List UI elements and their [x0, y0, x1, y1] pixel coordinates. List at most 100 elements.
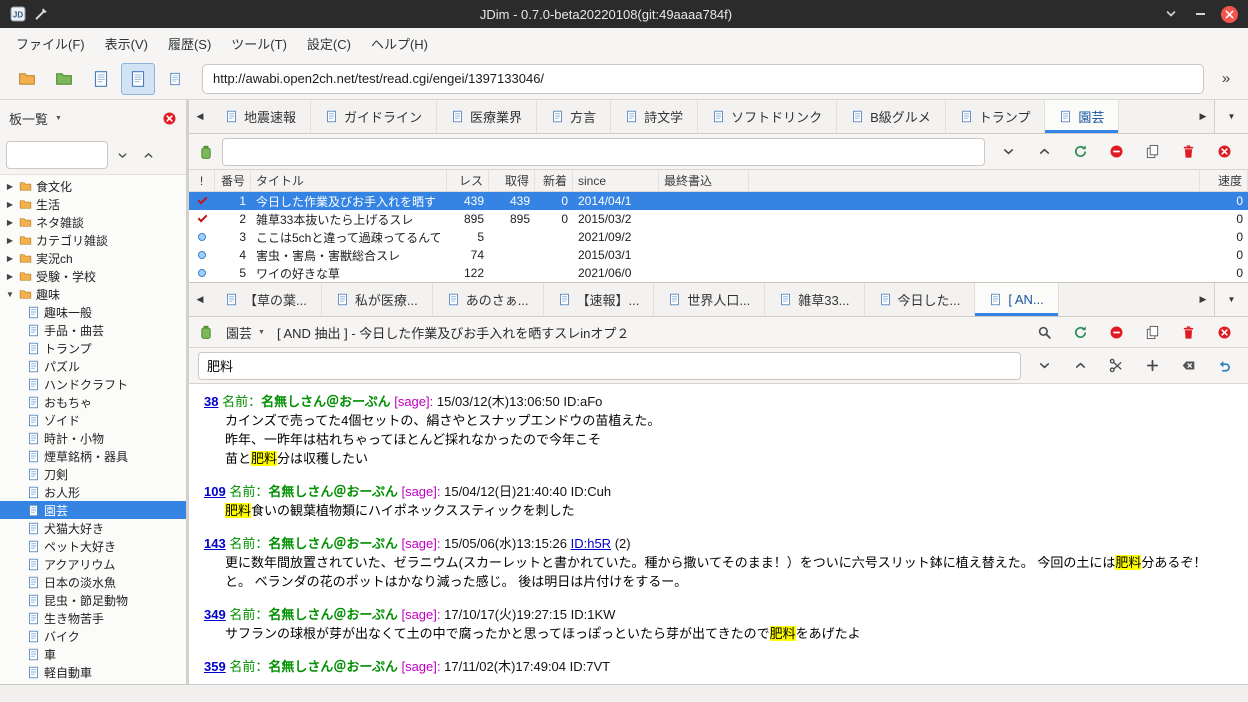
post-number-link[interactable]: 143 [204, 536, 226, 551]
tree-board[interactable]: ゾイド [0, 411, 186, 429]
copy-url-button[interactable] [1137, 319, 1167, 346]
tree-board[interactable]: 日本の淡水魚 [0, 573, 186, 591]
tree-board[interactable]: 趣味一般 [0, 303, 186, 321]
column-header[interactable]: 速度 [1200, 170, 1248, 191]
thread-row[interactable]: 5ワイの好きな草1222021/06/00 [189, 264, 1248, 282]
column-header[interactable]: レス [447, 170, 489, 191]
menu-item[interactable]: 履歴(S) [158, 29, 221, 58]
board-tabs-scroll-left-button[interactable]: ◀ [189, 100, 211, 133]
column-header[interactable]: since [573, 170, 659, 191]
tree-board[interactable]: トランプ [0, 339, 186, 357]
column-header[interactable]: 取得 [489, 170, 535, 191]
board-tabs-dropdown-button[interactable]: ▼ [1214, 100, 1248, 133]
column-header[interactable]: ! [189, 170, 215, 191]
tab[interactable]: [ AN... [975, 283, 1058, 316]
column-header[interactable]: タイトル [251, 170, 447, 191]
post-number-link[interactable]: 359 [204, 659, 226, 674]
tree-category[interactable]: ▼趣味 [0, 285, 186, 303]
tree-board[interactable]: パズル [0, 357, 186, 375]
tab[interactable]: B級グルメ [837, 100, 946, 133]
board-tabs-scroll-right-button[interactable]: ▶ [1192, 100, 1214, 133]
tree-board[interactable]: 昆虫・節足動物 [0, 591, 186, 609]
tab[interactable]: 【草の葉... [211, 283, 322, 316]
column-header[interactable]: 新着 [535, 170, 573, 191]
sidebar-search-up-button[interactable] [135, 142, 161, 168]
thread-tabs-scroll-left-button[interactable]: ◀ [189, 283, 211, 316]
tab[interactable]: あのさぁ... [433, 283, 544, 316]
board-list-button[interactable] [10, 63, 44, 95]
tree-category[interactable]: ▶生活 [0, 195, 186, 213]
sidebar-mode-dropdown[interactable]: ▼ [55, 115, 62, 122]
reload-thread-button[interactable] [1065, 319, 1095, 346]
clear-button[interactable] [1173, 352, 1203, 379]
minimize-window-button[interactable] [1192, 6, 1208, 22]
tab[interactable]: 詩文学 [611, 100, 698, 133]
board-view-button[interactable] [84, 63, 118, 95]
add-term-button[interactable] [1137, 352, 1167, 379]
search-input[interactable] [198, 352, 1021, 380]
thread-row[interactable]: 2雑草33本抜いたら上げるスレ89589502015/03/20 [189, 210, 1248, 228]
thread-tabs-dropdown-button[interactable]: ▼ [1214, 283, 1248, 316]
tree-category[interactable]: ▶食文化 [0, 177, 186, 195]
tree-board[interactable]: 園芸 [0, 501, 186, 519]
stop-button[interactable] [1101, 138, 1131, 165]
favorites-button[interactable] [47, 63, 81, 95]
delete-log-button[interactable] [1173, 138, 1203, 165]
thread-row[interactable]: 3ここは5chと違って過疎ってるんて52021/09/20 [189, 228, 1248, 246]
thread-tabs-scroll-right-button[interactable]: ▶ [1192, 283, 1214, 316]
menu-item[interactable]: ヘルプ(H) [361, 29, 438, 58]
tree-board[interactable]: 刀剣 [0, 465, 186, 483]
thread-row[interactable]: 1今日した作業及びお手入れを晒す43943902014/04/10 [189, 192, 1248, 210]
close-window-button[interactable] [1221, 6, 1238, 23]
tree-board[interactable]: お人形 [0, 483, 186, 501]
tree-board[interactable]: 煙草銘柄・器具 [0, 447, 186, 465]
tab[interactable]: 今日した... [865, 283, 976, 316]
tab[interactable]: 【速報】... [544, 283, 655, 316]
menu-item[interactable]: 表示(V) [95, 29, 158, 58]
scroll-up-button[interactable] [1029, 138, 1059, 165]
stop-button[interactable] [1101, 319, 1131, 346]
tree-board[interactable]: 車 [0, 645, 186, 663]
tab[interactable]: 医療業界 [437, 100, 537, 133]
open-url-button[interactable]: » [1214, 67, 1238, 91]
menu-item[interactable]: ツール(T) [221, 29, 297, 58]
sidebar-close-button[interactable] [162, 111, 177, 126]
search-up-button[interactable] [1065, 352, 1095, 379]
reload-board-button[interactable] [1065, 138, 1095, 165]
post-number-link[interactable]: 109 [204, 484, 226, 499]
tree-board[interactable]: 時計・小物 [0, 429, 186, 447]
tab[interactable]: 世界人口... [654, 283, 765, 316]
tree-category[interactable]: ▶受験・学校 [0, 267, 186, 285]
tab[interactable]: 地震速報 [211, 100, 311, 133]
menu-item[interactable]: ファイル(F) [6, 29, 95, 58]
tree-board[interactable]: ハンドクラフト [0, 375, 186, 393]
tab[interactable]: 方言 [537, 100, 611, 133]
post-id-link[interactable]: ID:h5R [571, 536, 611, 551]
extract-button[interactable] [1101, 352, 1131, 379]
board-select-dropdown[interactable]: 園芸 ▼ [221, 321, 270, 344]
post-number-link[interactable]: 349 [204, 607, 226, 622]
tab[interactable]: 私が医療... [322, 283, 433, 316]
tab[interactable]: トランプ [946, 100, 1046, 133]
copy-url-button[interactable] [1137, 138, 1167, 165]
tab[interactable]: 園芸 [1045, 100, 1119, 133]
url-input[interactable] [202, 64, 1204, 94]
tree-board[interactable]: 生き物苦手 [0, 609, 186, 627]
undo-button[interactable] [1209, 352, 1239, 379]
search-down-button[interactable] [1029, 352, 1059, 379]
close-board-button[interactable] [1209, 138, 1239, 165]
shade-window-button[interactable] [1163, 6, 1179, 22]
close-thread-button[interactable] [1209, 319, 1239, 346]
tab[interactable]: 雑草33... [765, 283, 864, 316]
menu-item[interactable]: 設定(C) [297, 29, 361, 58]
thread-row[interactable]: 4害虫・害鳥・害獣総合スレ742015/03/10 [189, 246, 1248, 264]
sidebar-search-input[interactable] [6, 141, 108, 169]
thread-filter-input[interactable] [222, 138, 985, 166]
tree-category[interactable]: ▶カテゴリ雑談 [0, 231, 186, 249]
sidebar-search-down-button[interactable] [109, 142, 135, 168]
post-number-link[interactable]: 38 [204, 394, 218, 409]
tree-category[interactable]: ▶ネタ雑談 [0, 213, 186, 231]
delete-log-button[interactable] [1173, 319, 1203, 346]
tab[interactable]: ガイドライン [311, 100, 437, 133]
tab[interactable]: ソフトドリンク [698, 100, 837, 133]
